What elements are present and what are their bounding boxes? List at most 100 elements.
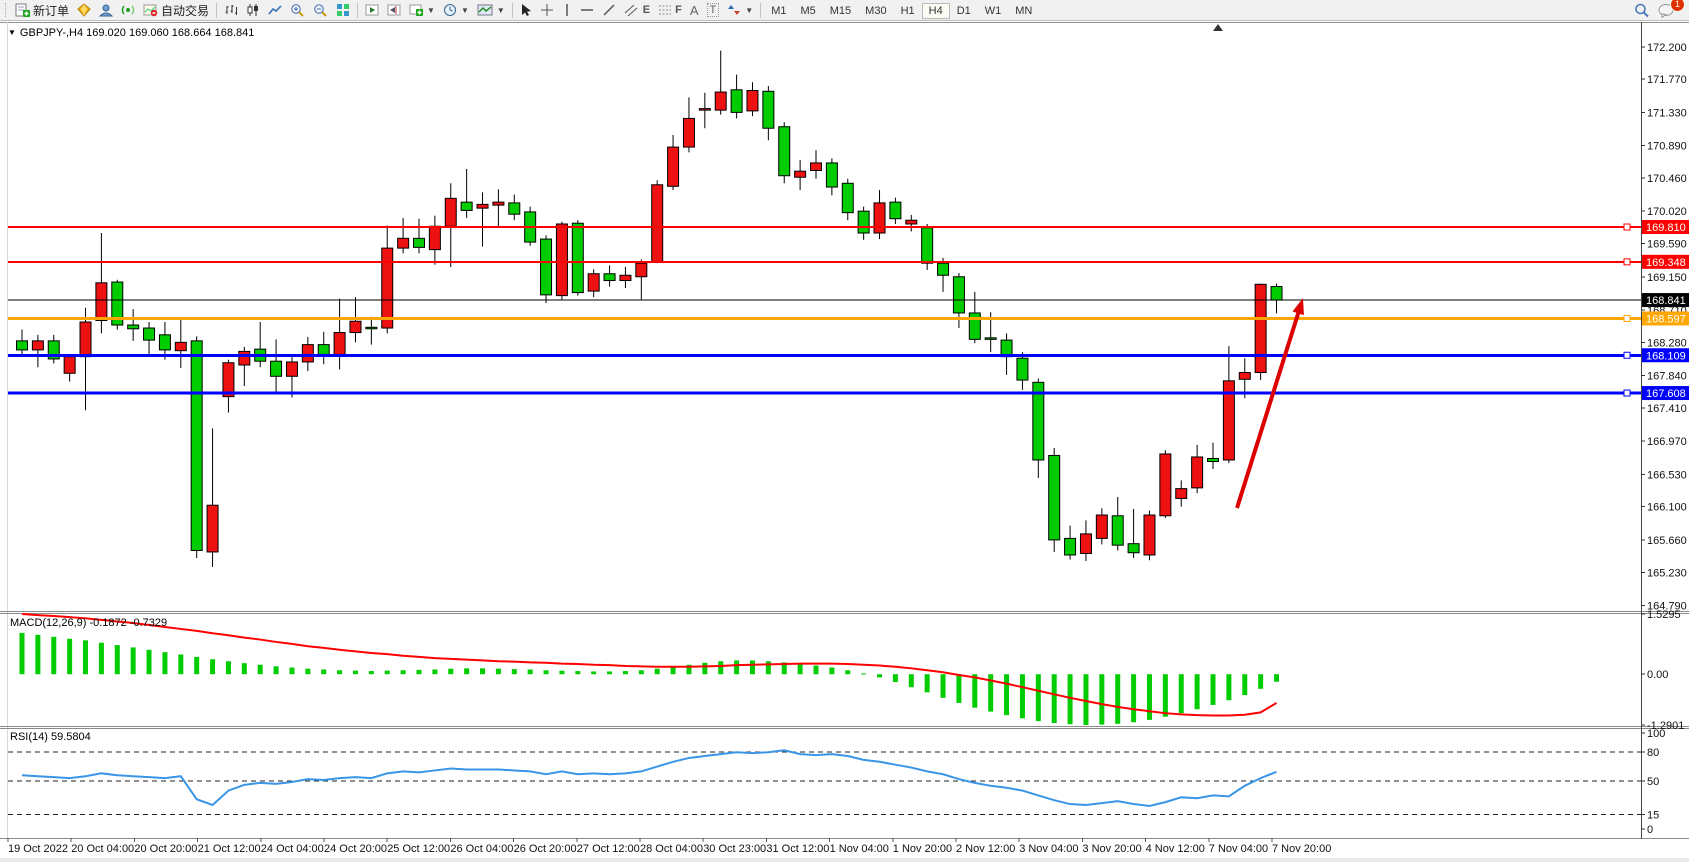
timeframe-M1[interactable]: M1 <box>764 3 793 19</box>
new-order-icon <box>15 3 30 17</box>
line-handle-168.597[interactable] <box>1624 315 1630 321</box>
tile-windows-icon <box>336 3 350 17</box>
vertical-line-button[interactable] <box>558 1 576 20</box>
cursor-button[interactable] <box>516 1 536 20</box>
equidistant-channel-button[interactable]: E <box>620 1 654 20</box>
chart-shift-icon <box>387 3 401 17</box>
macd-histogram-bar <box>289 668 294 675</box>
candle <box>1160 454 1171 516</box>
zoom-out-button[interactable] <box>309 1 332 20</box>
macd-histogram-bar <box>655 669 660 675</box>
timeframe-D1[interactable]: D1 <box>950 3 978 19</box>
macd-histogram-bar <box>528 669 533 674</box>
timeframe-M30[interactable]: M30 <box>858 3 893 19</box>
new-order-label: 新订单 <box>33 2 69 19</box>
rsi-axis-label: 50 <box>1647 776 1659 788</box>
macd-histogram-bar <box>544 670 549 674</box>
time-label: 2 Nov 12:00 <box>956 843 1015 855</box>
trendline-button[interactable] <box>598 1 620 20</box>
price-tick-label: 168.280 <box>1647 337 1687 349</box>
profile-icon <box>99 3 113 17</box>
time-label: 20 Oct 20:00 <box>134 843 197 855</box>
new-chart-button[interactable]: ▼ <box>405 1 439 20</box>
candle <box>64 357 75 374</box>
macd-histogram-bar <box>83 640 88 674</box>
candle <box>191 341 202 551</box>
trend-arrow[interactable] <box>1237 308 1300 508</box>
macd-histogram-bar <box>671 667 676 674</box>
line-handle-169.348[interactable] <box>1624 259 1630 265</box>
zoom-in-button[interactable] <box>286 1 309 20</box>
timeframe-M5[interactable]: M5 <box>793 3 822 19</box>
price-tick-label: 166.100 <box>1647 502 1687 514</box>
line-chart-icon <box>268 3 282 17</box>
chart-shift-button[interactable] <box>383 1 405 20</box>
candle <box>1017 358 1028 380</box>
macd-histogram-bar <box>972 674 977 707</box>
metaeditor-button[interactable] <box>73 1 95 20</box>
candle <box>1239 373 1250 380</box>
timeframe-W1[interactable]: W1 <box>978 3 1009 19</box>
new-order-button[interactable]: 新订单 <box>11 1 73 20</box>
price-tick-label: 167.840 <box>1647 371 1687 383</box>
macd-histogram-bar <box>321 669 326 674</box>
line-handle-168.109[interactable] <box>1624 352 1630 358</box>
candle <box>906 220 917 224</box>
macd-histogram-bar <box>1163 674 1168 717</box>
macd-histogram-bar <box>734 660 739 674</box>
candle <box>175 342 186 350</box>
macd-histogram-bar <box>877 674 882 677</box>
signals-button[interactable] <box>117 1 139 20</box>
crosshair-button[interactable] <box>536 1 558 20</box>
auto-scroll-button[interactable] <box>361 1 383 20</box>
candle <box>969 313 980 339</box>
candle <box>286 362 297 376</box>
macd-histogram-bar <box>559 671 564 675</box>
arrows-button[interactable]: ▼ <box>723 1 757 20</box>
timeframe-H4[interactable]: H4 <box>922 3 950 19</box>
line-handle-167.608[interactable] <box>1624 390 1630 396</box>
macd-histogram-bar <box>829 668 834 675</box>
price-label-169.348: 169.348 <box>1646 257 1686 269</box>
auto-trading-button[interactable]: 自动交易 <box>139 1 213 20</box>
search-button[interactable] <box>1630 1 1654 20</box>
new-chart-icon <box>409 3 423 17</box>
bar-chart-button[interactable] <box>220 1 242 20</box>
candle <box>890 202 901 219</box>
candle <box>318 345 329 355</box>
periods-button[interactable]: ▼ <box>439 1 473 20</box>
channel-icon <box>624 3 640 17</box>
candlestick-button[interactable] <box>242 1 264 20</box>
fibonacci-button[interactable]: F <box>654 1 686 20</box>
macd-histogram-bar <box>718 661 723 674</box>
price-tick-label: 171.330 <box>1647 107 1687 119</box>
indicators-button[interactable]: ▼ <box>473 1 509 20</box>
horizontal-line-button[interactable] <box>576 1 598 20</box>
candle <box>461 202 472 210</box>
macd-histogram-bar <box>67 639 72 674</box>
chart-collapse-icon[interactable]: ▼ <box>8 28 16 37</box>
candle <box>858 211 869 233</box>
rsi-line <box>22 750 1277 806</box>
timeframe-MN[interactable]: MN <box>1008 3 1039 19</box>
time-label: 7 Nov 04:00 <box>1209 843 1268 855</box>
chart-shift-marker[interactable] <box>1213 24 1223 31</box>
timeframe-H1[interactable]: H1 <box>894 3 922 19</box>
toolbar-separator <box>760 3 761 18</box>
candle <box>429 226 440 249</box>
line-chart-button[interactable] <box>264 1 286 20</box>
macd-histogram-bar <box>1068 674 1073 724</box>
line-handle-169.810[interactable] <box>1624 224 1630 230</box>
chevron-down-icon: ▼ <box>461 6 469 15</box>
candle <box>334 333 345 355</box>
text-button[interactable]: A <box>686 1 703 20</box>
notifications-button[interactable]: 1 <box>1654 1 1679 20</box>
text-label-button[interactable]: T <box>703 1 724 20</box>
tile-windows-button[interactable] <box>332 1 354 20</box>
community-button[interactable] <box>95 1 117 20</box>
price-tick-label: 170.460 <box>1647 173 1687 185</box>
macd-histogram-bar <box>623 671 628 674</box>
candle <box>302 345 313 362</box>
macd-histogram-bar <box>305 669 310 675</box>
timeframe-M15[interactable]: M15 <box>823 3 858 19</box>
